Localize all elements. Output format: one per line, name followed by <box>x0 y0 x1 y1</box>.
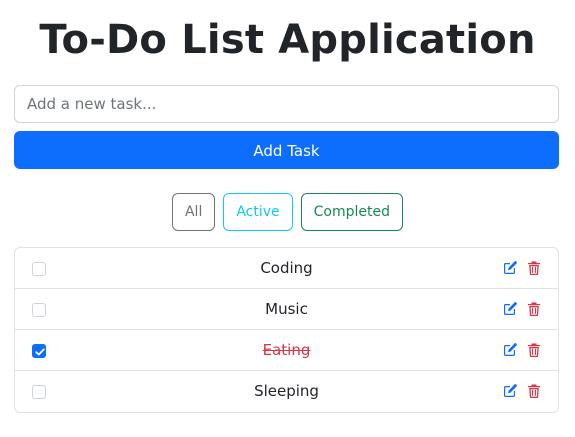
task-text: Music <box>265 300 308 318</box>
add-task-button[interactable]: Add Task <box>14 131 559 169</box>
task-row: Music <box>15 289 558 330</box>
page-title: To-Do List Application <box>39 17 536 63</box>
task-checkbox[interactable] <box>32 303 46 317</box>
trash-icon[interactable] <box>526 260 542 276</box>
task-text: Sleeping <box>254 382 319 400</box>
edit-icon[interactable] <box>502 301 518 317</box>
task-checkbox[interactable] <box>32 385 46 399</box>
edit-icon[interactable] <box>502 342 518 358</box>
filter-group: All Active Completed <box>0 193 575 231</box>
trash-icon[interactable] <box>526 301 542 317</box>
task-row: Coding <box>15 248 558 289</box>
filter-active-button[interactable]: Active <box>223 193 293 231</box>
filter-completed-button[interactable]: Completed <box>300 193 404 231</box>
task-text: Eating <box>262 341 311 359</box>
trash-icon[interactable] <box>526 342 542 358</box>
new-task-input[interactable] <box>14 85 559 123</box>
trash-icon[interactable] <box>526 383 542 399</box>
task-list: Coding Music Eating Sleeping <box>14 247 559 413</box>
filter-all-button[interactable]: All <box>171 193 216 231</box>
task-text: Coding <box>260 259 313 277</box>
todo-app: To-Do List Application Add Task All Acti… <box>0 0 575 437</box>
task-checkbox[interactable] <box>32 262 46 276</box>
edit-icon[interactable] <box>502 383 518 399</box>
edit-icon[interactable] <box>502 260 518 276</box>
checkmark-icon <box>35 348 45 356</box>
task-checkbox[interactable] <box>32 344 46 358</box>
task-row: Eating <box>15 330 558 371</box>
task-row: Sleeping <box>15 371 558 412</box>
